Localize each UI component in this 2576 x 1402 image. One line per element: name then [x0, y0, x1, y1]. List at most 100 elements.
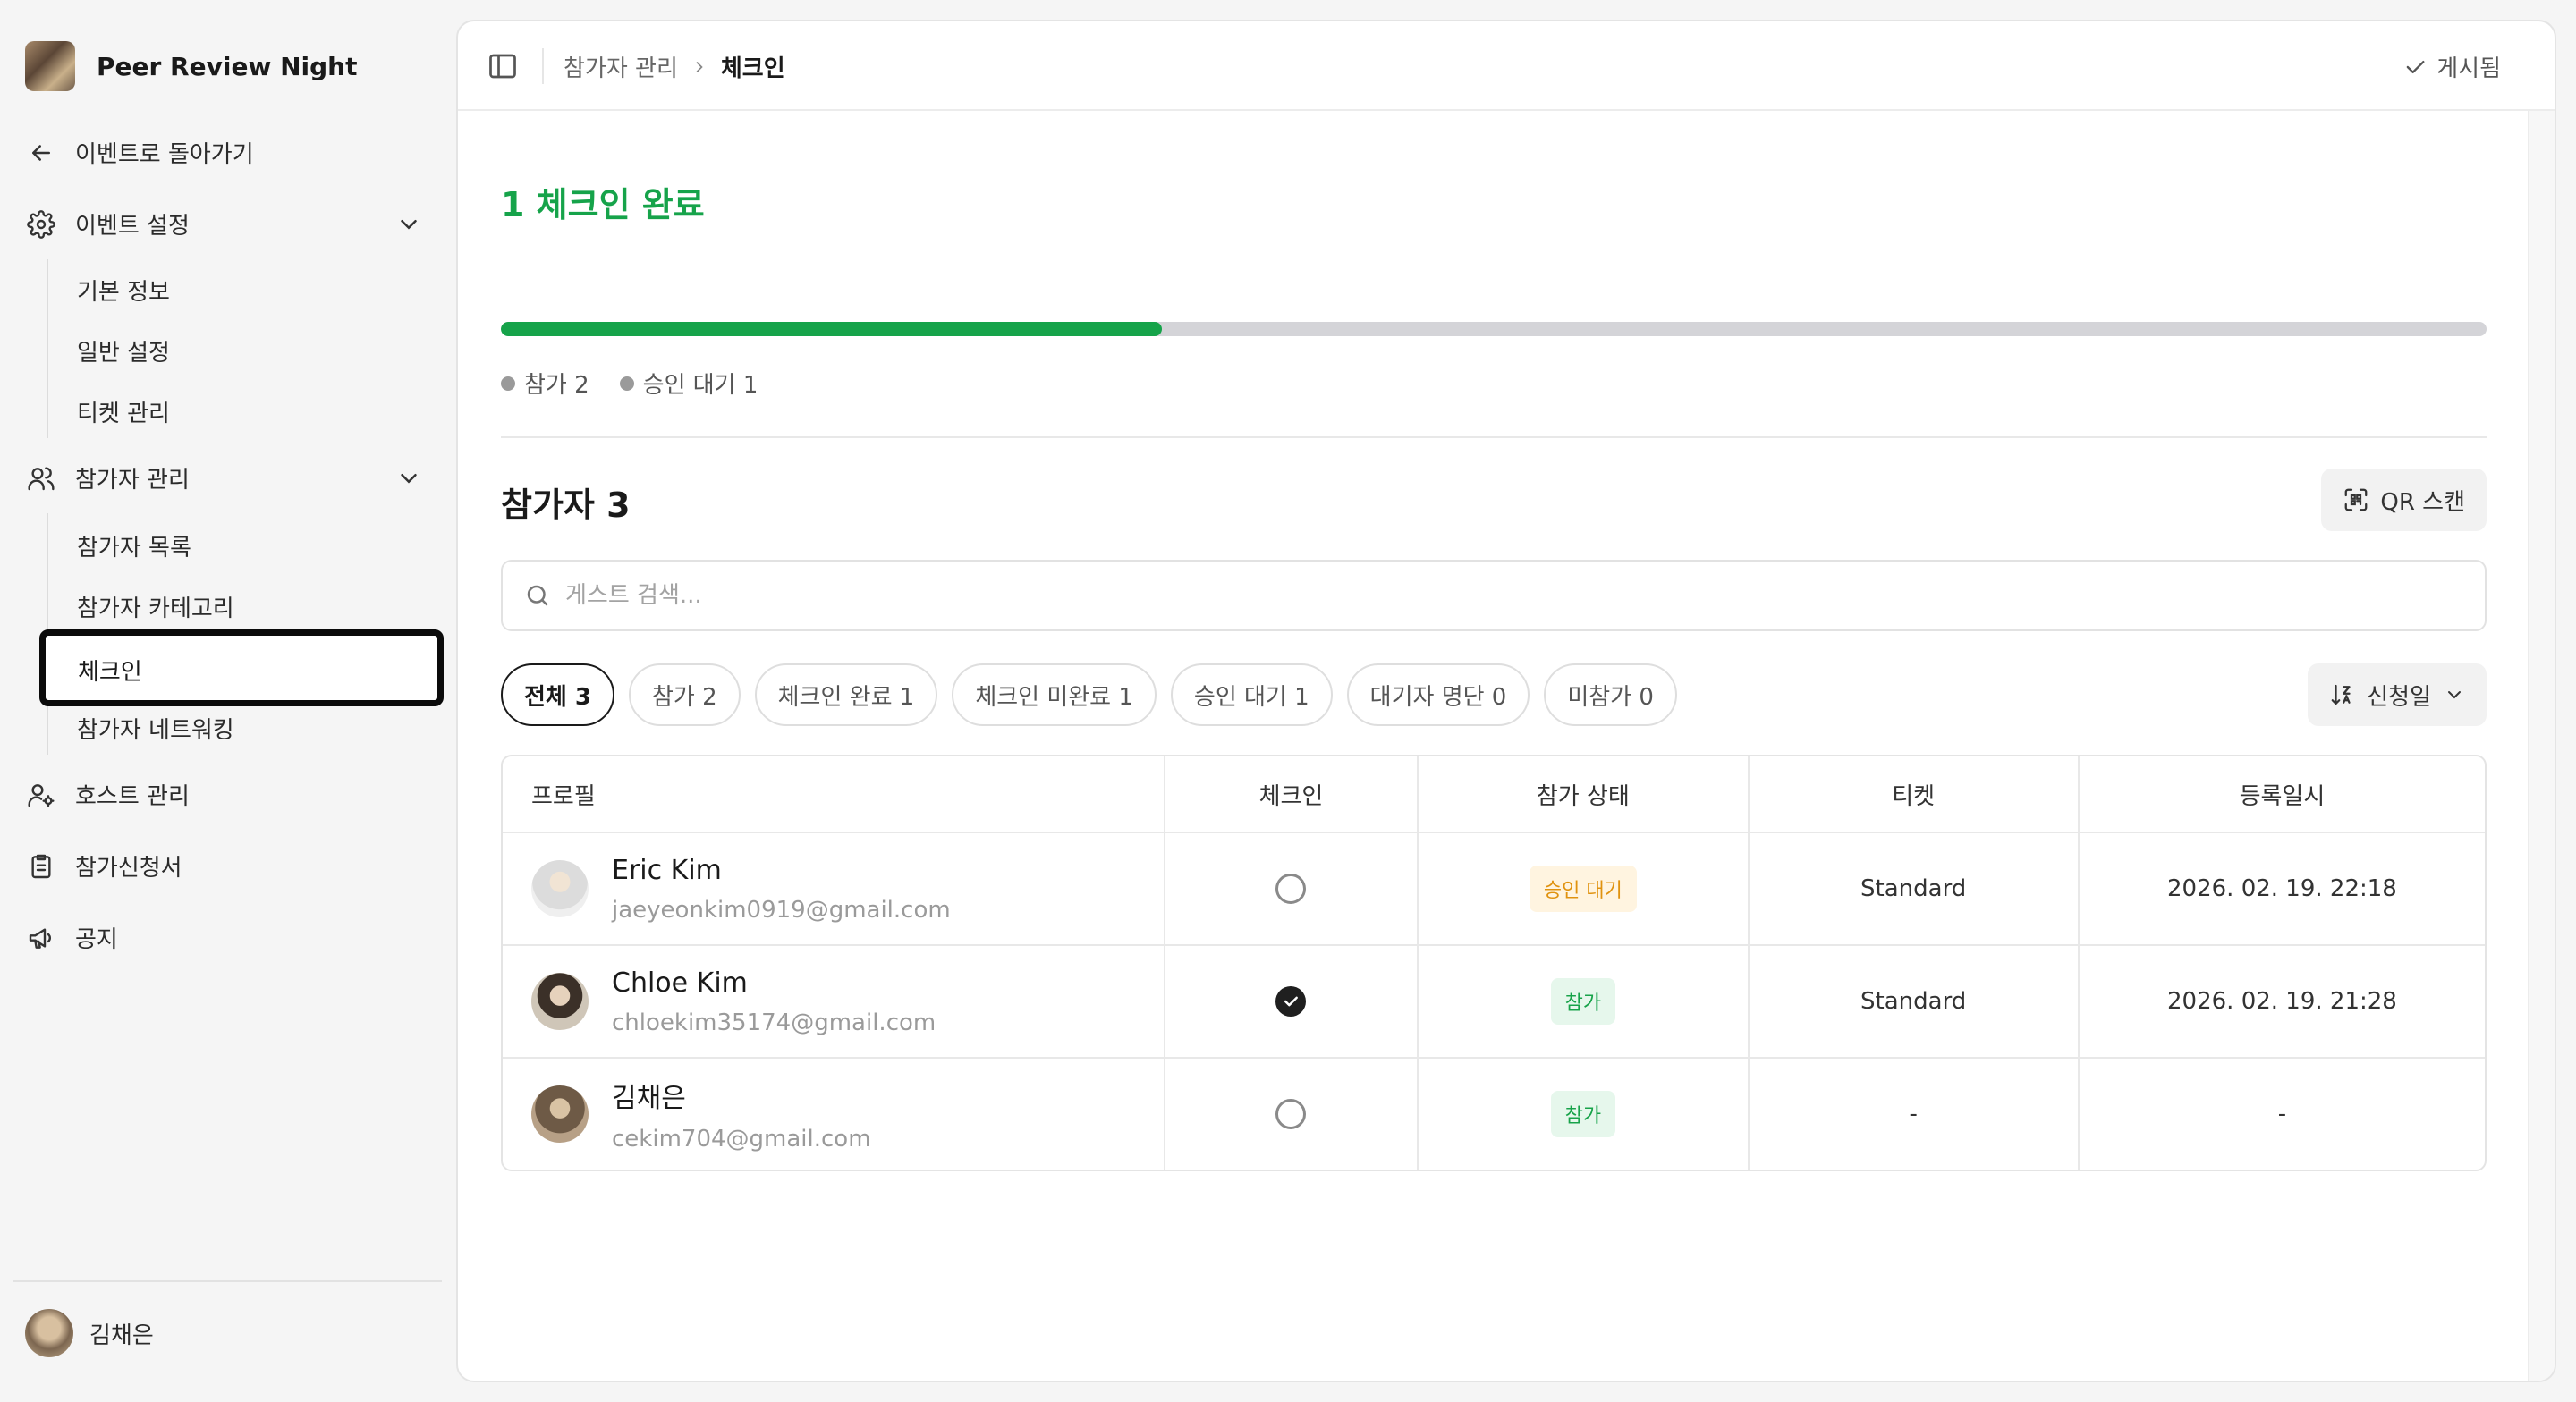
chevron-down-icon[interactable] [395, 211, 422, 238]
scrollbar[interactable] [2528, 111, 2555, 1381]
chevron-down-icon [2448, 691, 2461, 699]
participants-table: 프로필 체크인 참가 상태 티켓 등록일시 Eric Kim jaeyeonki… [501, 755, 2487, 1171]
checkin-legend: 참가 2 승인 대기 1 [501, 367, 788, 400]
checkin-radio[interactable] [1275, 874, 1307, 904]
back-to-event-link[interactable]: 이벤트로 돌아가기 [25, 136, 254, 169]
sidebar-item-general-settings[interactable]: 일반 설정 [77, 334, 170, 367]
chevron-down-icon[interactable] [395, 465, 422, 492]
status-cell: 승인 대기 [1417, 833, 1747, 944]
sidebar-item-checkin-label: 체크인 [78, 659, 142, 686]
status-badge: 참가 [1550, 978, 1616, 1025]
search-icon [527, 585, 548, 606]
sidebar-item-applications[interactable]: 참가신청서 [25, 849, 182, 883]
sidebar-item-notice[interactable]: 공지 [25, 921, 118, 954]
checkin-progress-bar [501, 322, 2487, 336]
sidebar: Peer Review Night 이벤트로 돌아가기 이벤트 설정 기본 정보… [0, 0, 456, 1402]
avatar [531, 973, 589, 1030]
chevron-right-icon [696, 61, 703, 72]
legend-item-joined: 참가 2 [501, 367, 589, 400]
participant-name: 김채은 [612, 1083, 686, 1114]
ticket-cell: Standard [1747, 833, 2078, 944]
topbar-divider [542, 48, 544, 84]
checkin-progress-fill [501, 322, 1163, 336]
profile-cell: 김채은 cekim704@gmail.com [503, 1059, 1164, 1170]
column-header-status: 참가 상태 [1417, 756, 1747, 832]
checkin-radio[interactable] [1275, 1099, 1307, 1129]
column-header-registered: 등록일시 [2077, 756, 2485, 832]
table-row[interactable]: 김채은 cekim704@gmail.com 참가 - - [503, 1057, 2485, 1170]
sort-dropdown[interactable]: 신청일 [2308, 663, 2487, 726]
arrow-left-icon [25, 137, 57, 169]
participant-email: chloekim35174@gmail.com [612, 1009, 936, 1036]
status-cell: 참가 [1417, 946, 1747, 1057]
ticket-cell: - [1747, 1059, 2078, 1170]
filter-chips: 전체 3 참가 2 체크인 완료 1 체크인 미완료 1 승인 대기 1 대기자… [501, 663, 1691, 726]
sidebar-item-host-management[interactable]: 호스트 관리 [25, 778, 190, 811]
qr-scan-icon [2344, 488, 2368, 511]
clipboard-icon [25, 850, 57, 883]
person-info: Chloe Kim chloekim35174@gmail.com [612, 967, 936, 1036]
profile-cell: Chloe Kim chloekim35174@gmail.com [503, 946, 1164, 1057]
applications-label: 참가신청서 [75, 855, 182, 882]
filter-chip-pending[interactable]: 승인 대기 1 [1170, 663, 1333, 726]
table-row[interactable]: Chloe Kim chloekim35174@gmail.com 참가 Sta… [503, 944, 2485, 1057]
participants-title: 참가자 3 [501, 486, 631, 525]
sidebar-toggle-icon[interactable] [487, 50, 519, 82]
user-profile[interactable]: 김채은 [25, 1309, 154, 1357]
published-label: 게시됨 [2436, 55, 2501, 82]
sidebar-item-event-settings[interactable]: 이벤트 설정 [25, 207, 422, 241]
sidebar-item-participant-list[interactable]: 참가자 목록 [77, 529, 191, 562]
event-brand[interactable]: Peer Review Night [25, 41, 357, 91]
legend-item-pending: 승인 대기 1 [619, 367, 758, 400]
qr-scan-button[interactable]: QR 스캔 [2321, 469, 2487, 531]
event-settings-label: 이벤트 설정 [75, 213, 190, 240]
participant-name: Chloe Kim [612, 967, 748, 999]
table-row[interactable]: Eric Kim jaeyeonkim0919@gmail.com 승인 대기 … [503, 832, 2485, 944]
qr-scan-label: QR 스캔 [2380, 488, 2465, 516]
ticket-cell: Standard [1747, 946, 2078, 1057]
filter-chip-joined[interactable]: 참가 2 [628, 663, 741, 726]
filter-chip-waitlist[interactable]: 대기자 명단 0 [1346, 663, 1530, 726]
search-input[interactable] [565, 582, 2175, 609]
top-bar: 참가자 관리 체크인 게시됨 [458, 21, 2555, 111]
checkin-cell [1163, 833, 1417, 944]
sort-label: 신청일 [2367, 683, 2431, 711]
participant-name: Eric Kim [612, 854, 722, 886]
notice-label: 공지 [75, 926, 118, 953]
published-status[interactable]: 게시됨 [2402, 50, 2501, 83]
filter-chip-not-attending[interactable]: 미참가 0 [1544, 663, 1677, 726]
filter-chip-not-checked-in[interactable]: 체크인 미완료 1 [952, 663, 1157, 726]
legend-dot [619, 376, 634, 391]
users-icon [25, 462, 57, 494]
sidebar-item-participant-management[interactable]: 참가자 관리 [25, 461, 422, 494]
host-management-label: 호스트 관리 [75, 783, 190, 810]
legend-label: 승인 대기 1 [642, 372, 758, 399]
sidebar-item-participant-networking[interactable]: 참가자 네트워킹 [77, 712, 234, 745]
filter-chip-checked-in[interactable]: 체크인 완료 1 [754, 663, 938, 726]
sidebar-item-participant-category[interactable]: 참가자 카테고리 [77, 590, 234, 623]
breadcrumb-parent[interactable]: 참가자 관리 [564, 50, 678, 83]
user-name: 김채은 [89, 1322, 154, 1349]
filter-chip-all[interactable]: 전체 3 [501, 663, 614, 726]
sidebar-item-basic-info[interactable]: 기본 정보 [77, 274, 170, 307]
event-logo [25, 41, 75, 91]
status-badge: 승인 대기 [1529, 866, 1637, 912]
section-divider [501, 436, 2487, 438]
back-to-event-label: 이벤트로 돌아가기 [75, 141, 254, 168]
checkin-radio[interactable] [1275, 986, 1307, 1017]
person-info: Eric Kim jaeyeonkim0919@gmail.com [612, 855, 951, 924]
sort-icon [2331, 684, 2351, 705]
participant-email: jaeyeonkim0919@gmail.com [612, 896, 951, 924]
participant-management-label: 참가자 관리 [75, 467, 190, 494]
megaphone-icon [25, 922, 57, 954]
checkin-cell [1163, 1059, 1417, 1170]
sidebar-item-checkin[interactable]: 체크인 [39, 629, 444, 706]
avatar [531, 1085, 589, 1143]
status-badge: 참가 [1550, 1091, 1616, 1137]
event-name: Peer Review Night [97, 51, 358, 81]
registered-cell: 2026. 02. 19. 21:28 [2077, 946, 2485, 1057]
registered-cell: 2026. 02. 19. 22:18 [2077, 833, 2485, 944]
user-settings-icon [25, 779, 57, 811]
guest-search[interactable] [501, 560, 2487, 631]
sidebar-item-ticket-management[interactable]: 티켓 관리 [77, 395, 170, 428]
